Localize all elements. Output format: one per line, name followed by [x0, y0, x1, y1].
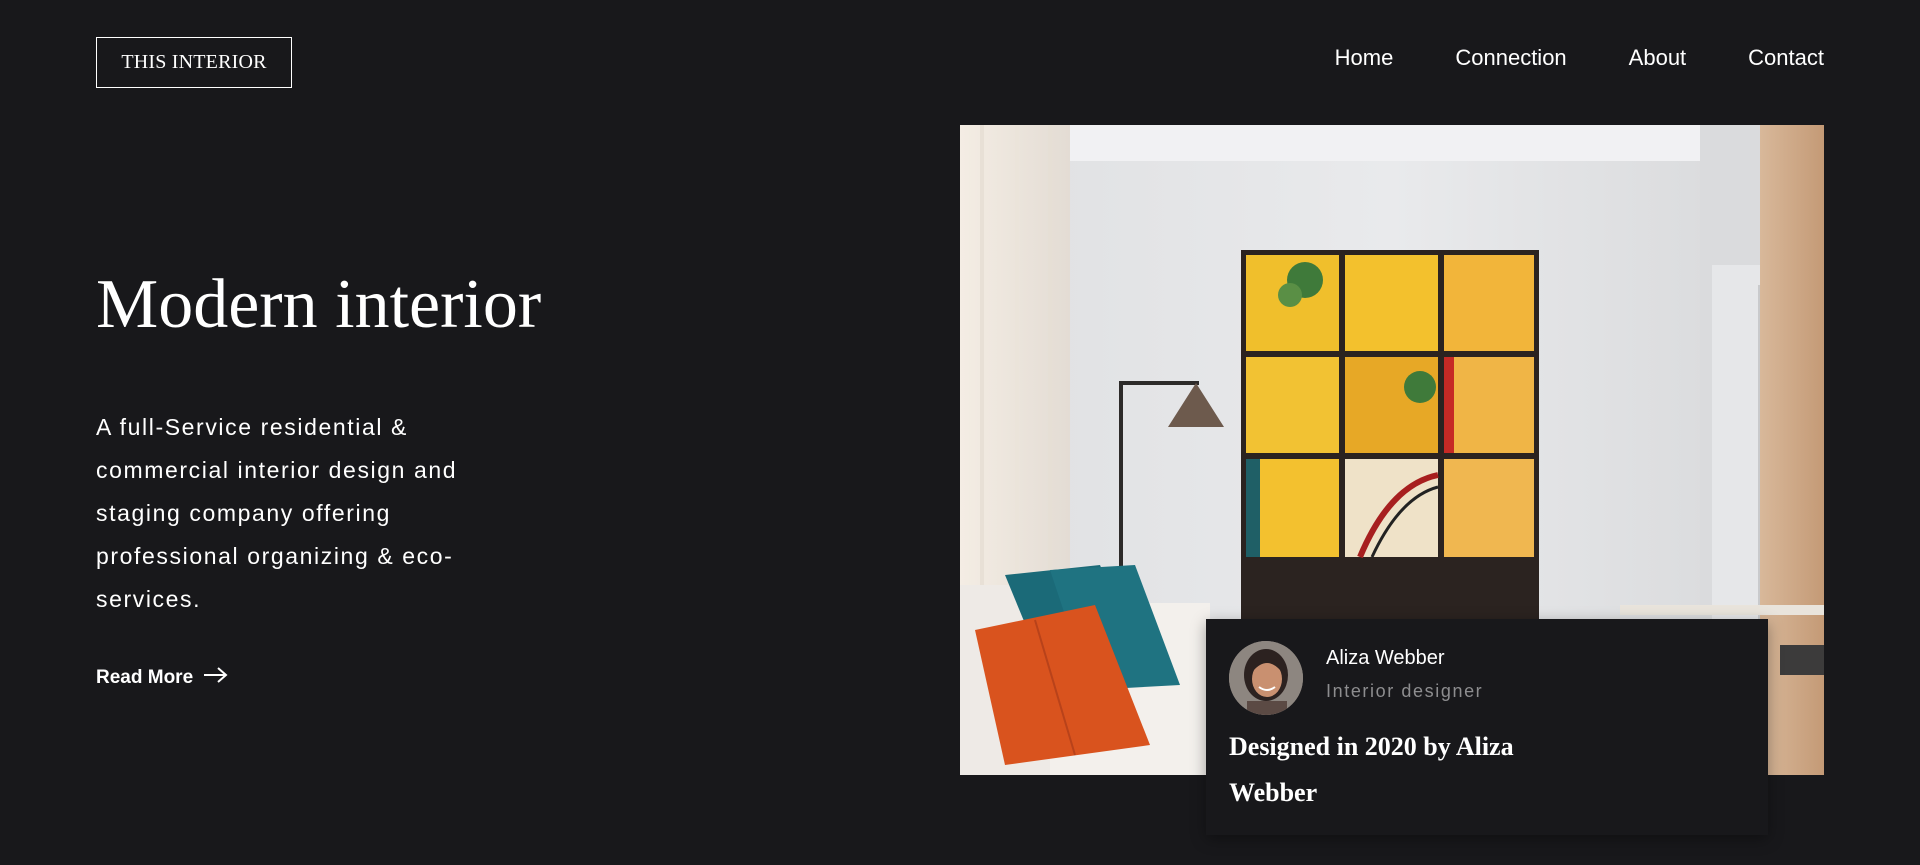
- read-more-label: Read More: [96, 667, 194, 688]
- read-more-link[interactable]: Read More: [96, 666, 229, 690]
- card-caption: Designed in 2020 by Aliza Webber: [1229, 732, 1514, 807]
- avatar: [1229, 641, 1303, 715]
- nav-home[interactable]: Home: [1335, 45, 1394, 71]
- main-nav: Home Connection About Contact: [1335, 45, 1824, 71]
- hero-description: A full-Service residential & commercial …: [96, 414, 458, 612]
- nav-connection[interactable]: Connection: [1455, 45, 1566, 71]
- nav-about[interactable]: About: [1629, 45, 1687, 71]
- author-role: Interior designer: [1326, 681, 1484, 701]
- nav-contact[interactable]: Contact: [1748, 45, 1824, 71]
- designer-card: Aliza Webber Interior designer Designed …: [1206, 619, 1768, 835]
- logo[interactable]: THIS INTERIOR: [96, 37, 292, 88]
- arrow-right-icon: [203, 666, 229, 690]
- author-name: Aliza Webber: [1326, 647, 1445, 669]
- hero-title: Modern interior: [96, 266, 542, 343]
